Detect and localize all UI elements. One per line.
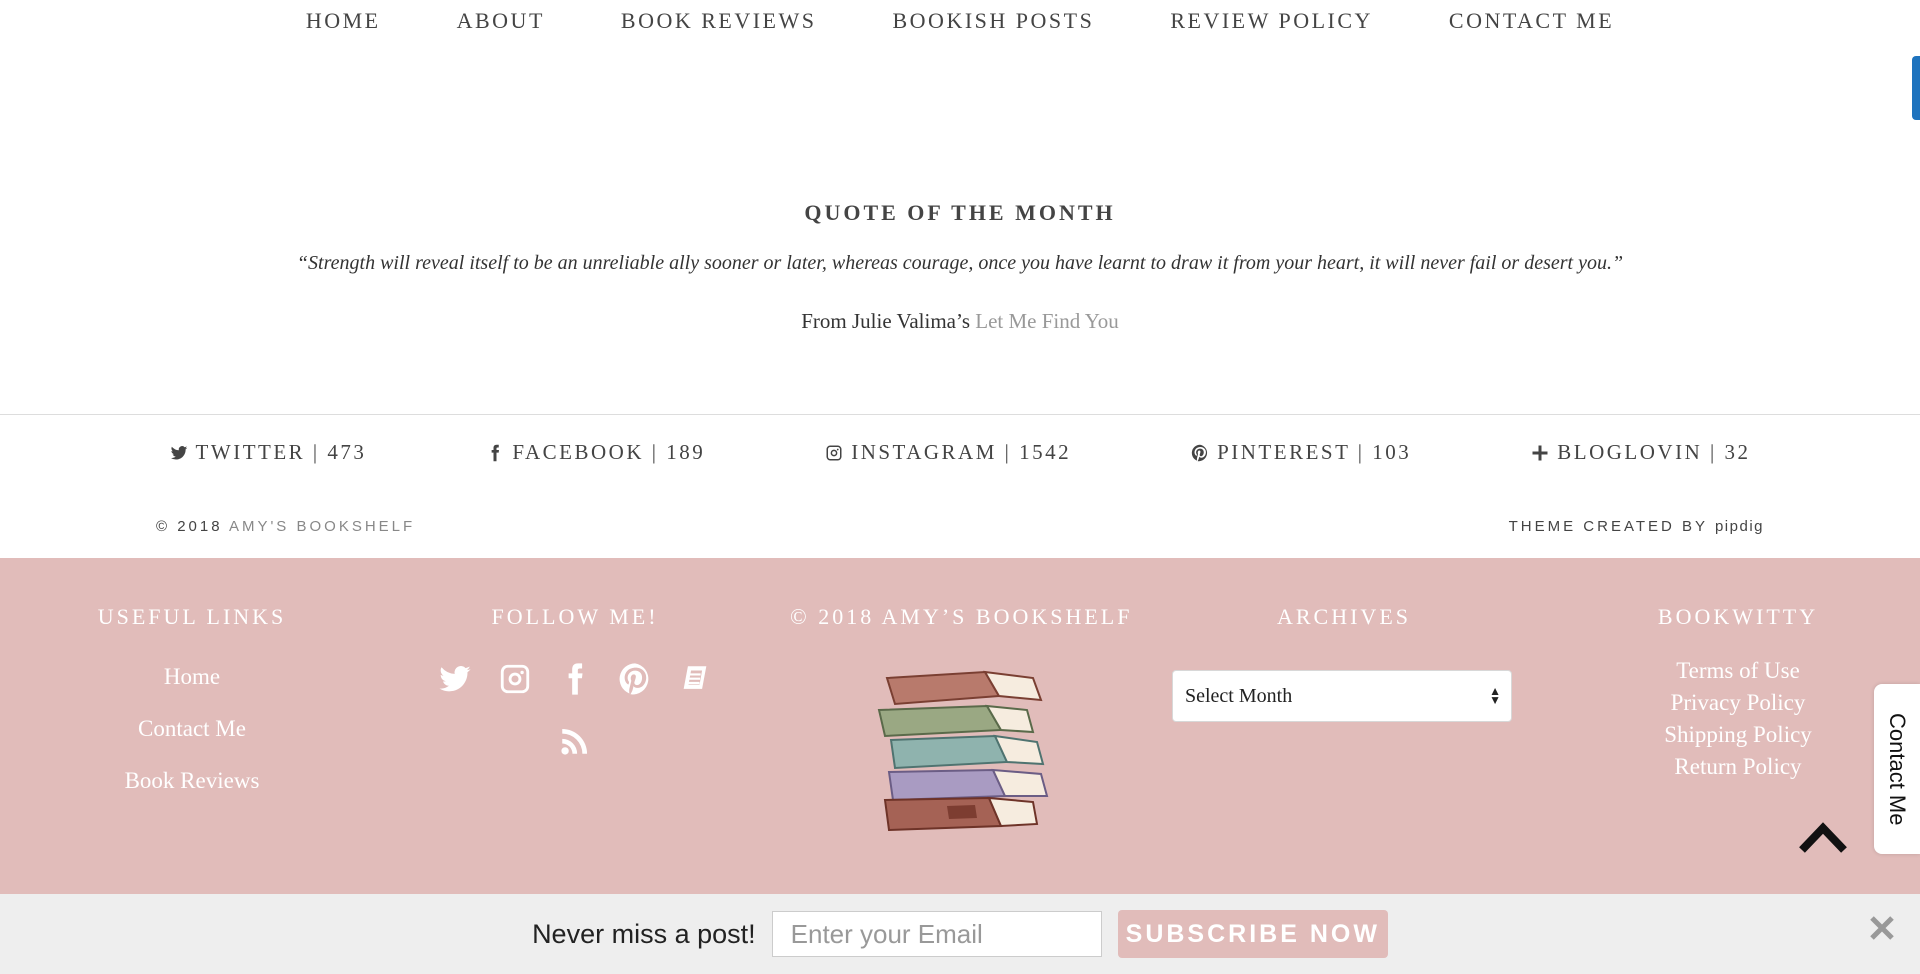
facebook-icon <box>568 663 583 695</box>
archives-selected-value: Select Month <box>1185 684 1293 707</box>
footer-link-contact[interactable]: Contact Me <box>72 716 312 742</box>
divider <box>0 414 1920 415</box>
plus-icon <box>1532 445 1548 460</box>
subscribe-bar: Never miss a post! SUBSCRIBE NOW <box>0 894 1920 974</box>
subscribe-prompt: Never miss a post! <box>532 918 756 949</box>
site-copyright: © 2018 AMY'S BOOKSHELF <box>156 518 415 535</box>
pinterest-icon <box>619 663 649 695</box>
bookwitty-widget: BOOKWITTY Terms of Use Privacy Policy Sh… <box>1580 604 1896 780</box>
archives-select[interactable]: Select Month ▲ ▼ <box>1172 670 1512 722</box>
social-pinterest[interactable]: PINTEREST | 103 <box>1191 440 1411 465</box>
link-privacy-policy[interactable]: Privacy Policy <box>1580 690 1896 716</box>
quote-source-prefix: From Julie Valima’s <box>801 309 970 333</box>
bookwitty-links: Terms of Use Privacy Policy Shipping Pol… <box>1580 658 1896 780</box>
side-widget-tab[interactable] <box>1912 56 1920 120</box>
follow-me-widget: FOLLOW ME! <box>430 604 720 760</box>
nav-book-reviews[interactable]: BOOK REVIEWS <box>621 8 817 44</box>
social-counter-bar: TWITTER | 473 FACEBOOK | 189 INSTAGRAM |… <box>0 440 1920 465</box>
footer-brand-widget: © 2018 AMY’S BOOKSHELF <box>790 604 1130 836</box>
link-terms-of-use[interactable]: Terms of Use <box>1580 658 1896 684</box>
follow-icons <box>430 660 720 760</box>
twitter-icon <box>170 445 187 460</box>
social-twitter[interactable]: TWITTER | 473 <box>170 440 367 465</box>
useful-links-widget: USEFUL LINKS Home Contact Me Book Review… <box>72 604 312 794</box>
follow-facebook[interactable] <box>556 660 594 698</box>
social-instagram-label: INSTAGRAM | 1542 <box>851 440 1072 464</box>
theme-credit: THEME CREATED BY pipdig <box>1509 518 1764 535</box>
contact-me-tab[interactable]: Contact Me <box>1874 684 1920 854</box>
nav-about[interactable]: ABOUT <box>457 8 545 44</box>
social-instagram[interactable]: INSTAGRAM | 1542 <box>825 440 1071 465</box>
theme-credit-prefix: THEME CREATED BY <box>1508 518 1708 535</box>
useful-links-title: USEFUL LINKS <box>97 604 287 629</box>
social-facebook[interactable]: FACEBOOK | 189 <box>486 440 705 465</box>
quote-heading: QUOTE OF THE MONTH <box>804 200 1116 225</box>
footer-link-book-reviews[interactable]: Book Reviews <box>72 768 312 794</box>
follow-twitter[interactable] <box>436 660 474 698</box>
instagram-icon <box>826 445 842 460</box>
quote-text: “Strength will reveal itself to be an un… <box>296 252 1624 274</box>
social-facebook-label: FACEBOOK | 189 <box>512 440 706 464</box>
bloglovin-icon <box>683 666 707 689</box>
email-input[interactable] <box>771 911 1102 957</box>
close-icon[interactable] <box>1868 914 1896 942</box>
nav-review-policy[interactable]: REVIEW POLICY <box>1170 8 1373 44</box>
follow-pinterest[interactable] <box>616 660 654 698</box>
quote-source: From Julie Valima’s Let Me Find You <box>0 309 1920 334</box>
link-shipping-policy[interactable]: Shipping Policy <box>1580 722 1896 748</box>
social-pinterest-label: PINTEREST | 103 <box>1217 440 1412 464</box>
bookwitty-title: BOOKWITTY <box>1657 604 1819 629</box>
back-to-top-icon[interactable] <box>1798 818 1848 858</box>
book-stack-illustration <box>877 670 1049 832</box>
copyright-prefix: © 2018 <box>156 518 223 535</box>
quote-book-link[interactable]: Let Me Find You <box>975 309 1119 333</box>
social-bloglovin[interactable]: BLOGLOVIN | 32 <box>1531 440 1750 465</box>
social-twitter-label: TWITTER | 473 <box>195 440 367 464</box>
follow-rss[interactable] <box>556 722 594 760</box>
facebook-icon <box>492 444 500 461</box>
nav-bookish-posts[interactable]: BOOKISH POSTS <box>893 8 1095 44</box>
useful-links-list: Home Contact Me Book Reviews <box>72 664 312 794</box>
follow-me-title: FOLLOW ME! <box>491 604 659 629</box>
theme-author-link[interactable]: pipdig <box>1715 518 1764 535</box>
quote-section: QUOTE OF THE MONTH “Strength will reveal… <box>0 200 1920 334</box>
top-nav: HOME ABOUT BOOK REVIEWS BOOKISH POSTS RE… <box>0 0 1920 44</box>
follow-instagram[interactable] <box>496 660 534 698</box>
contact-me-tab-label: Contact Me <box>1885 712 1910 826</box>
site-name-link[interactable]: AMY'S BOOKSHELF <box>229 518 415 535</box>
instagram-icon <box>500 664 530 694</box>
pinterest-icon <box>1191 444 1208 461</box>
footer-link-home[interactable]: Home <box>72 664 312 690</box>
subscribe-button[interactable]: SUBSCRIBE NOW <box>1117 910 1388 958</box>
select-arrows-icon: ▲ ▼ <box>1489 684 1501 707</box>
footer-widgets: USEFUL LINKS Home Contact Me Book Review… <box>0 558 1920 894</box>
rss-icon <box>561 728 588 755</box>
archives-title: ARCHIVES <box>1276 604 1411 629</box>
follow-bloglovin[interactable] <box>676 660 714 698</box>
copyright-row: © 2018 AMY'S BOOKSHELF THEME CREATED BY … <box>156 518 1764 535</box>
footer-copyright-title: © 2018 AMY’S BOOKSHELF <box>790 604 1133 629</box>
twitter-icon <box>439 666 471 692</box>
link-return-policy[interactable]: Return Policy <box>1580 754 1896 780</box>
nav-home[interactable]: HOME <box>306 8 381 44</box>
nav-contact-me[interactable]: CONTACT ME <box>1449 8 1614 44</box>
social-bloglovin-label: BLOGLOVIN | 32 <box>1557 440 1751 464</box>
archives-widget: ARCHIVES Select Month ▲ ▼ <box>1172 604 1516 722</box>
